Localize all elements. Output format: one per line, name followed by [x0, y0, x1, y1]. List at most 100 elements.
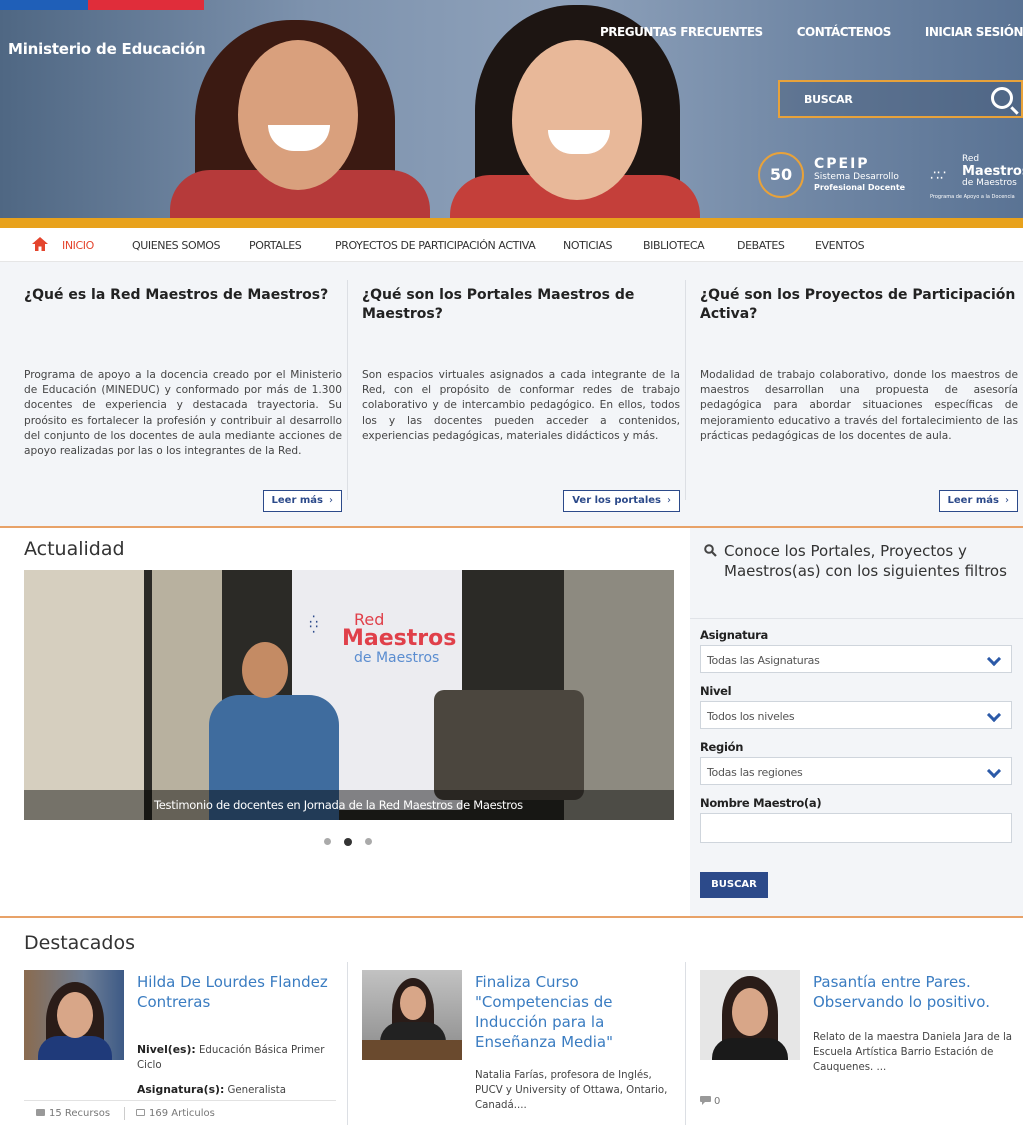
- cpeip-line2: Profesional Docente: [814, 183, 906, 192]
- intro-title: ¿Qué son los Portales Maestros de Maestr…: [362, 287, 635, 322]
- flag-stripe-red: [88, 0, 204, 10]
- nivel-label: Nivel(es):: [137, 1043, 196, 1056]
- red-logo-tagline: Programa de Apoyo a la Docencia: [930, 194, 1015, 200]
- flag-stripe-blue: [0, 0, 88, 10]
- nav-item-quienes-somos[interactable]: QUIENES SOMOS: [132, 239, 221, 252]
- nav-item-proyectos[interactable]: PROYECTOS DE PARTICIPACIÓN ACTIVA: [335, 239, 536, 252]
- column-divider: [347, 280, 348, 500]
- card-title[interactable]: Pasantía entre Pares. Observando lo posi…: [813, 972, 1018, 1012]
- nombre-maestro-input[interactable]: [700, 813, 1012, 843]
- section-divider: [0, 916, 1023, 918]
- slide-banner-line2: Maestros: [342, 626, 457, 651]
- nav-item-eventos[interactable]: EVENTOS: [815, 239, 865, 252]
- red-dots-icon: ∴∵: [309, 612, 318, 638]
- faq-link[interactable]: PREGUNTAS FRECUENTES: [600, 25, 763, 39]
- main-nav: INICIO QUIENES SOMOS PORTALES PROYECTOS …: [0, 228, 1023, 262]
- pasantia-photo[interactable]: [700, 970, 800, 1060]
- intro-column-portales: ¿Qué son los Portales Maestros de Maestr…: [362, 286, 680, 516]
- news-slide[interactable]: ∴ ∵ Red Maestros de Maestros Testimonio d…: [24, 570, 674, 820]
- featured-card-curso: Finaliza Curso "Competencias de Inducció…: [362, 970, 682, 1125]
- asignatura-label: Asignatura: [700, 628, 768, 642]
- maestra-photo[interactable]: [24, 970, 124, 1060]
- carousel-dots: [322, 837, 382, 848]
- nav-item-biblioteca[interactable]: BIBLIOTECA: [643, 239, 705, 252]
- nivel-select[interactable]: Todos los niveles: [700, 701, 1012, 729]
- intro-column-red: ¿Qué es la Red Maestros de Maestros? Pro…: [24, 286, 342, 516]
- intro-text: Modalidad de trabajo colaborativo, donde…: [700, 369, 1018, 442]
- slide-banner-line3: de Maestros: [354, 650, 440, 666]
- top-links: PREGUNTAS FRECUENTES CONTÁCTENOS INICIAR…: [566, 25, 1023, 39]
- nivel-value: Todos los niveles: [707, 710, 795, 723]
- search-icon: [704, 544, 717, 557]
- articulos-label: 169 Articulos: [149, 1108, 215, 1119]
- intro-column-proyectos: ¿Qué son los Proyectos de Participación …: [700, 286, 1018, 516]
- cpeip-50-badge: 50: [758, 152, 804, 198]
- meta-divider: [124, 1107, 125, 1120]
- nav-item-portales[interactable]: PORTALES: [249, 239, 302, 252]
- carousel-dot[interactable]: [324, 838, 331, 845]
- hero-person-1-face: [238, 40, 358, 190]
- search-placeholder: BUSCAR: [804, 93, 853, 106]
- curso-photo[interactable]: [362, 970, 462, 1060]
- featured-card-maestra: Hilda De Lourdes Flandez Contreras Nivel…: [24, 970, 344, 1125]
- cpeip-logo: 50 CPEIP Sistema Desarrollo Profesional …: [758, 152, 918, 200]
- articulos-count[interactable]: 169 Articulos: [136, 1108, 215, 1119]
- intro-section: ¿Qué es la Red Maestros de Maestros? Pro…: [0, 262, 1023, 526]
- chevron-right-icon: ›: [667, 495, 671, 506]
- slide-man-head: [242, 642, 288, 698]
- filter-divider: [690, 618, 1023, 619]
- nombre-maestro-label: Nombre Maestro(a): [700, 796, 822, 810]
- ministry-name[interactable]: Ministerio de Educación: [8, 40, 206, 58]
- nav-item-debates[interactable]: DEBATES: [737, 239, 785, 252]
- actualidad-title: Actualidad: [24, 538, 125, 560]
- asignatura-label: Asignatura(s):: [137, 1083, 225, 1096]
- leer-mas-button[interactable]: Leer más ›: [262, 490, 342, 512]
- asignatura-select[interactable]: Todas las Asignaturas: [700, 645, 1012, 673]
- carousel-dot-active[interactable]: [344, 837, 352, 846]
- hero-banner: Ministerio de Educación PREGUNTAS FRECUE…: [0, 0, 1023, 218]
- intro-text: Son espacios virtuales asignados a cada …: [362, 369, 680, 442]
- region-select[interactable]: Todas las regiones: [700, 757, 1012, 785]
- slide-chair: [434, 690, 584, 800]
- filter-panel: Conoce los Portales, Proyectos y Maestro…: [690, 528, 1023, 916]
- document-icon: [136, 1109, 145, 1116]
- region-value: Todas las regiones: [707, 766, 803, 779]
- red-maestros-logo: ∴∵ Red Maestros de Maestros Programa de …: [930, 152, 1023, 202]
- ver-portales-button[interactable]: Ver los portales ›: [563, 490, 680, 512]
- button-label: Leer más: [947, 495, 999, 506]
- search-icon[interactable]: [991, 87, 1013, 109]
- cpeip-line1: Sistema Desarrollo: [814, 172, 899, 182]
- nav-item-inicio[interactable]: INICIO: [62, 239, 94, 252]
- leer-mas-button[interactable]: Leer más ›: [938, 490, 1018, 512]
- chevron-down-icon: [986, 763, 1002, 779]
- hero-person-2-face: [512, 40, 642, 200]
- comments-label: 0: [714, 1096, 721, 1107]
- asignatura-value: Generalista: [227, 1085, 287, 1096]
- chevron-right-icon: ›: [329, 495, 333, 506]
- filter-title: Conoce los Portales, Proyectos y Maestro…: [724, 542, 1007, 580]
- buscar-button[interactable]: BUSCAR: [700, 872, 768, 898]
- intro-title: ¿Qué son los Proyectos de Participación …: [700, 287, 1016, 322]
- contact-link[interactable]: CONTÁCTENOS: [797, 25, 892, 39]
- comments-count[interactable]: 0: [700, 1096, 720, 1107]
- card-title[interactable]: Finaliza Curso "Competencias de Inducció…: [475, 972, 680, 1052]
- card-divider: [685, 962, 686, 1125]
- carousel-dot[interactable]: [365, 838, 372, 845]
- red-logo-line1: Red: [962, 154, 980, 164]
- card-asignatura: Asignatura(s): Generalista: [137, 1082, 342, 1098]
- recursos-count[interactable]: 15 Recursos: [36, 1108, 110, 1119]
- comment-icon: [700, 1096, 711, 1105]
- slide-caption[interactable]: Testimonio de docentes en Jornada de la …: [24, 790, 674, 820]
- chevron-down-icon: [986, 651, 1002, 667]
- card-title[interactable]: Hilda De Lourdes Flandez Contreras: [137, 972, 342, 1012]
- chevron-down-icon: [986, 707, 1002, 723]
- home-icon[interactable]: [32, 237, 48, 251]
- nav-item-noticias[interactable]: NOTICIAS: [563, 239, 612, 252]
- slide-window: [24, 570, 144, 820]
- card-divider: [347, 962, 348, 1125]
- red-logo-line2: Maestros: [962, 164, 1023, 179]
- intro-text: Programa de apoyo a la docencia creado p…: [24, 369, 342, 458]
- login-link[interactable]: INICIAR SESIÓN: [925, 25, 1023, 39]
- header-search-box[interactable]: BUSCAR: [778, 80, 1023, 118]
- nav-accent-bar: [0, 218, 1023, 228]
